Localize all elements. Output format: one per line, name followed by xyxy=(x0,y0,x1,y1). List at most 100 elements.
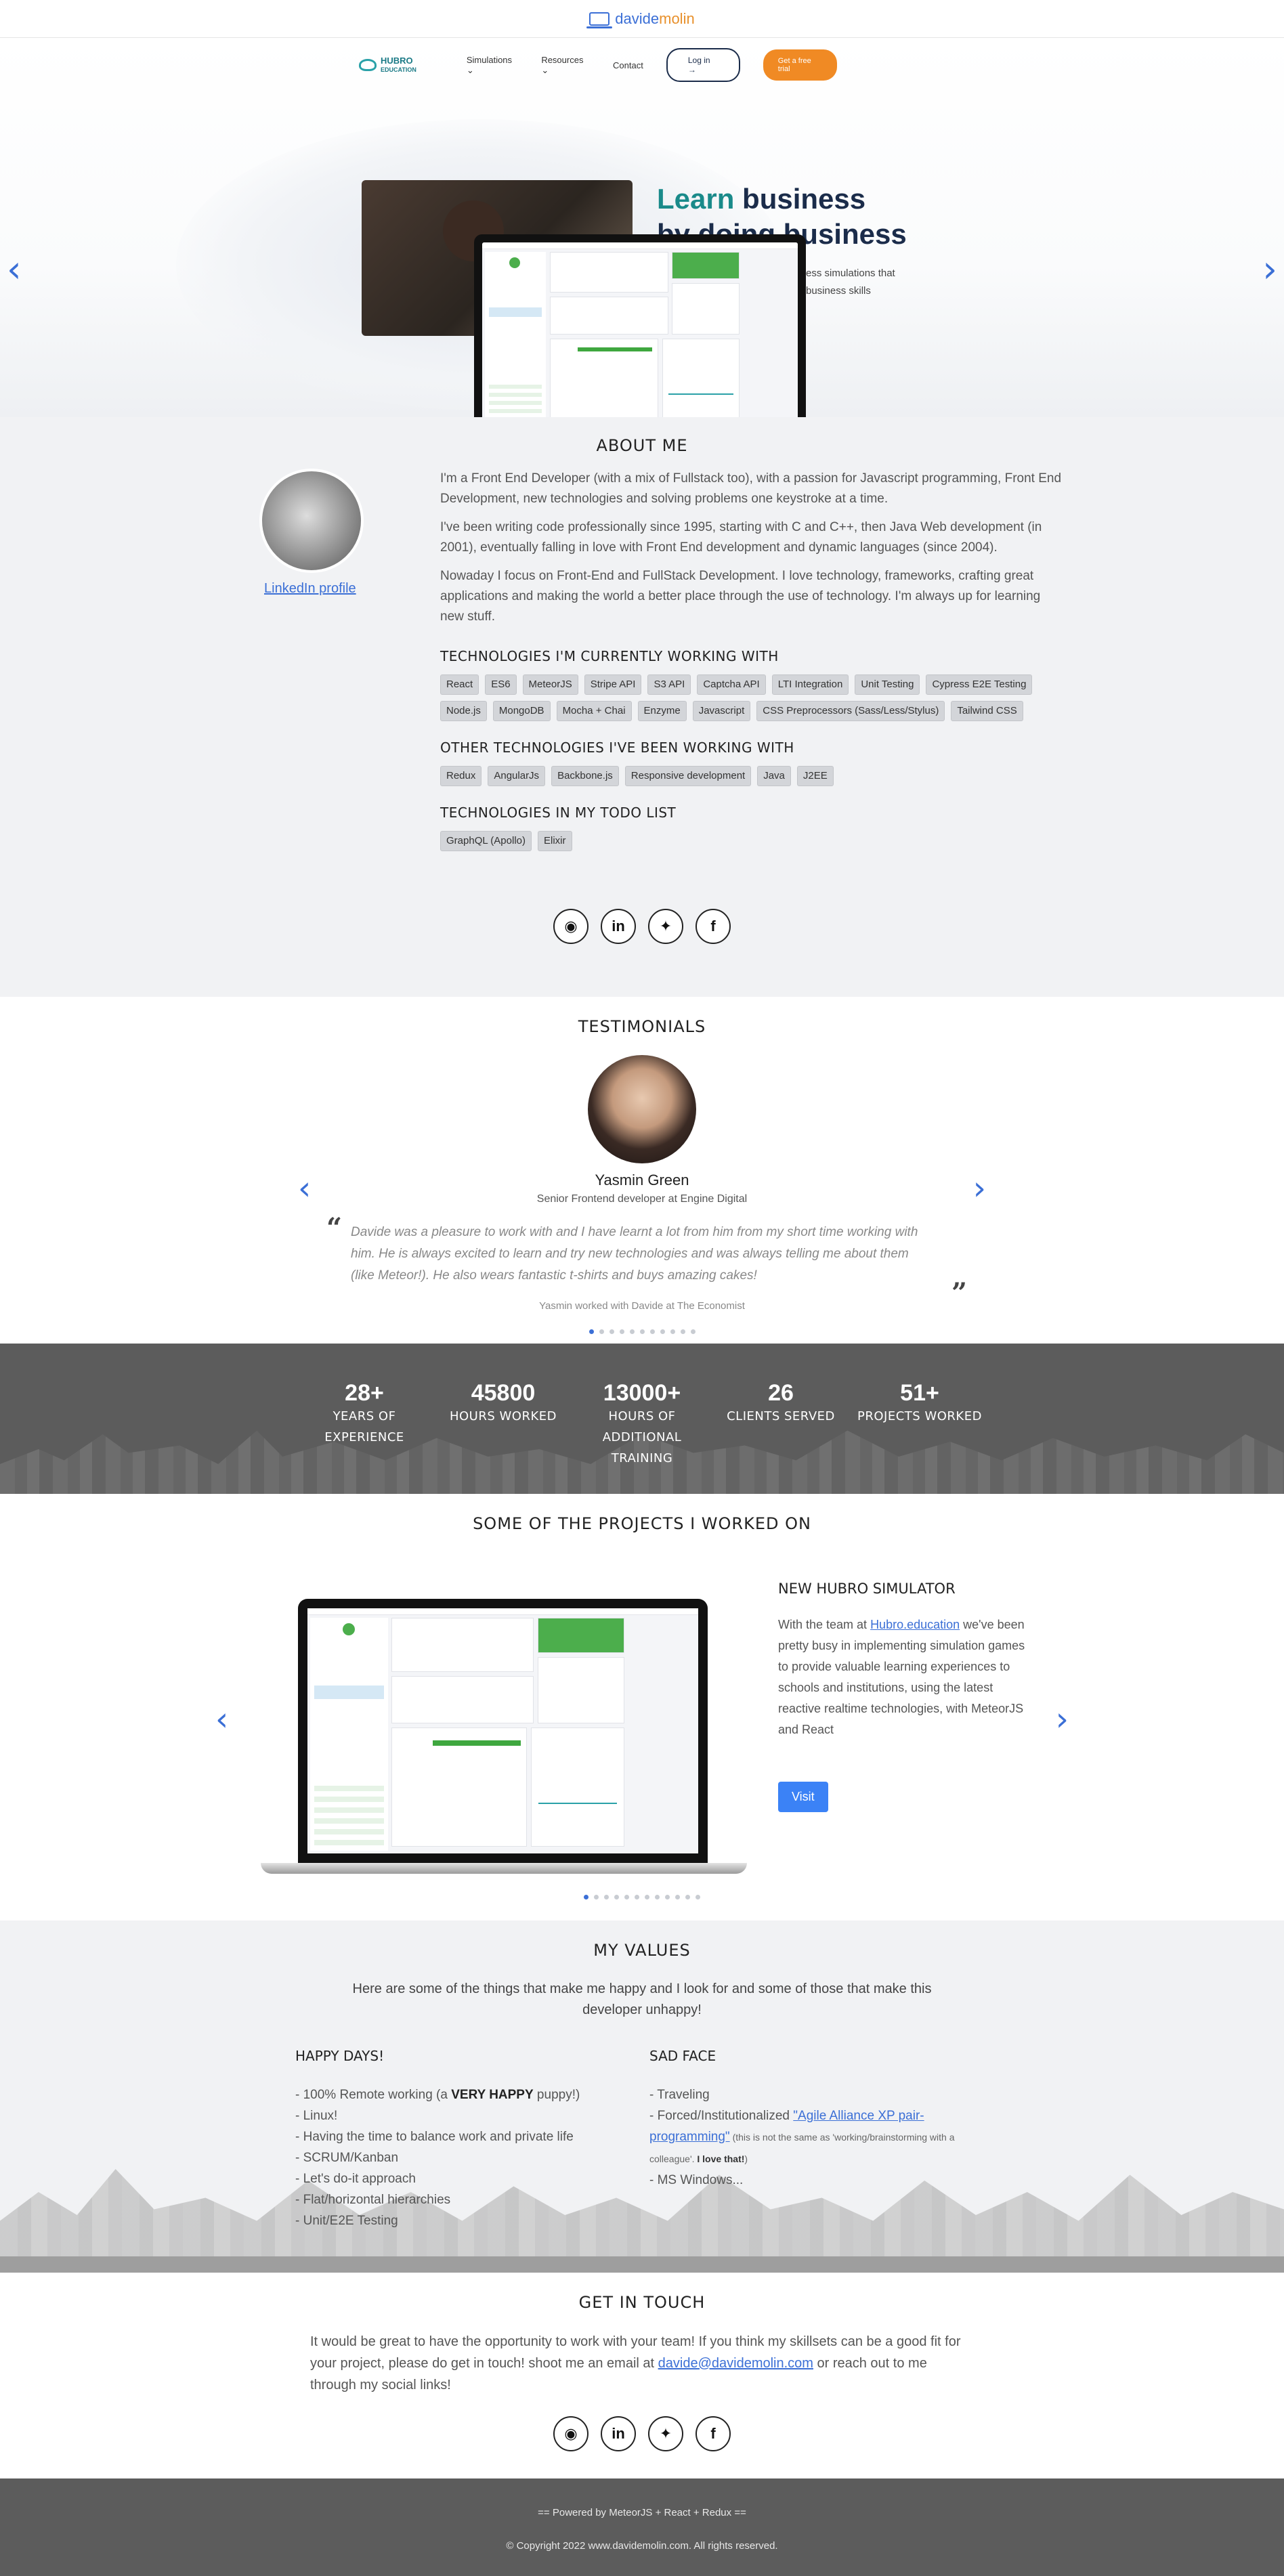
testimonial-quote-text: Davide was a pleasure to work with and I… xyxy=(351,1225,918,1283)
happy-item: Unit/E2E Testing xyxy=(295,2210,620,2231)
project-laptop-mockup xyxy=(298,1599,708,1863)
carousel-dot[interactable] xyxy=(614,1895,619,1899)
tech-tag: AngularJs xyxy=(488,766,546,786)
hero-sub-line1: ess simulations that xyxy=(806,267,895,279)
hubro-brand-sub: EDUCATION xyxy=(381,66,416,73)
tech-tag: Tailwind CSS xyxy=(951,701,1023,721)
testimonial-avatar xyxy=(588,1055,696,1163)
values-title: MY VALUES xyxy=(593,1941,691,1960)
carousel-dot[interactable] xyxy=(599,1329,604,1334)
hero-next-arrow[interactable]: › xyxy=(1262,251,1277,288)
linkedin-icon[interactable]: in xyxy=(601,909,636,944)
site-footer: == Powered by MeteorJS + React + Redux =… xyxy=(0,2478,1284,2576)
twitter-icon[interactable]: ✦ xyxy=(648,909,683,944)
tech-tag: Captcha API xyxy=(697,674,766,695)
project-next-arrow[interactable]: › xyxy=(1056,1700,1069,1738)
happy-title: HAPPY DAYS! xyxy=(295,2048,385,2064)
email-link[interactable]: davide@davidemolin.com xyxy=(658,2356,813,2371)
github-icon[interactable]: ◉ xyxy=(553,909,588,944)
linkedin-icon[interactable]: in xyxy=(601,2416,636,2451)
progress-fill xyxy=(578,347,652,351)
copyright: © Copyright 2022 www.davidemolin.com. Al… xyxy=(506,2540,778,2552)
hero-subtitle: ess simulations that business skills xyxy=(806,265,895,300)
carousel-dot[interactable] xyxy=(680,1329,685,1334)
nav-resources-label: Resources xyxy=(541,54,584,65)
screen-header xyxy=(482,242,798,249)
facebook-icon[interactable]: f xyxy=(696,2416,731,2451)
carousel-dot[interactable] xyxy=(665,1895,670,1899)
nav-simulations: Simulations ⌄ xyxy=(467,55,518,76)
carousel-dot[interactable] xyxy=(660,1329,665,1334)
carousel-dot[interactable] xyxy=(619,1329,624,1334)
tech-tag: J2EE xyxy=(796,766,834,786)
carousel-dot[interactable] xyxy=(670,1329,675,1334)
site-logo[interactable]: davidemolin xyxy=(586,10,695,28)
hubro-link[interactable]: Hubro.education xyxy=(870,1618,960,1631)
avatar xyxy=(259,469,364,573)
facebook-icon[interactable]: f xyxy=(696,909,731,944)
owl-icon xyxy=(359,59,377,71)
screen-market xyxy=(391,1727,527,1847)
screen-budget-chart xyxy=(662,339,740,417)
todo-tech-title: TECHNOLOGIES IN MY TODO LIST xyxy=(440,804,677,821)
current-tech-title: TECHNOLOGIES I'M CURRENTLY WORKING WITH xyxy=(440,648,779,664)
about-title: ABOUT ME xyxy=(596,436,688,455)
screen-sidebar xyxy=(310,1618,388,1851)
linkedin-profile-link[interactable]: LinkedIn profile xyxy=(264,581,356,597)
carousel-dot[interactable] xyxy=(609,1329,614,1334)
carousel-dot[interactable] xyxy=(696,1895,700,1899)
screen-budget-chart xyxy=(531,1727,624,1847)
tech-tag: Responsive development xyxy=(624,766,752,786)
screen-info-box xyxy=(314,1686,384,1699)
stat-label: PROJECTS WORKED xyxy=(857,1409,982,1423)
testimonial-name: Yasmin Green xyxy=(595,1172,689,1188)
carousel-dot[interactable] xyxy=(645,1895,649,1899)
happy-item: Flat/horizontal hierarchies xyxy=(295,2189,620,2210)
tech-tag: Elixir xyxy=(538,831,572,851)
tech-tag: Mocha + Chai xyxy=(556,701,632,721)
testimonial-prev-arrow[interactable]: ‹ xyxy=(298,1169,311,1207)
screen-list xyxy=(489,381,542,417)
project-title: NEW HUBRO SIMULATOR xyxy=(778,1581,956,1597)
testimonial-next-arrow[interactable]: › xyxy=(973,1169,986,1207)
tech-tag: Javascript xyxy=(692,701,751,721)
stat-item: 26 CLIENTS SERVED xyxy=(712,1380,851,1469)
carousel-dot[interactable] xyxy=(584,1895,588,1899)
nav-resources: Resources ⌄ xyxy=(541,55,590,76)
carousel-dot[interactable] xyxy=(624,1895,629,1899)
carousel-dot[interactable] xyxy=(675,1895,680,1899)
stat-label: YEARS OF xyxy=(333,1409,396,1423)
carousel-dot[interactable] xyxy=(604,1895,609,1899)
about-paragraph-1: I'm a Front End Developer (with a mix of… xyxy=(440,471,1062,506)
hubro-nav: HUBRO EDUCATION Simulations ⌄ Resources ⌄… xyxy=(359,45,837,85)
screen-info-box xyxy=(489,307,542,317)
carousel-dot[interactable] xyxy=(639,1329,645,1334)
chevron-down-icon: ⌄ xyxy=(466,64,474,75)
carousel-dot[interactable] xyxy=(649,1329,655,1334)
stat-item: 45800 HOURS WORKED xyxy=(434,1380,573,1469)
contact-text: It would be great to have the opportunit… xyxy=(310,2331,974,2396)
projects-title: SOME OF THE PROJECTS I WORKED ON xyxy=(473,1514,811,1533)
screen-card xyxy=(391,1618,534,1672)
project-desc-post: we've been pretty busy in implementing s… xyxy=(778,1618,1025,1736)
about-paragraph-3: Nowaday I focus on Front-End and FullSta… xyxy=(440,569,1041,624)
stat-number: 26 xyxy=(768,1380,794,1406)
tech-tag: Java xyxy=(757,766,791,786)
sad-item: Traveling xyxy=(649,2084,988,2105)
github-icon[interactable]: ◉ xyxy=(553,2416,588,2451)
carousel-dot[interactable] xyxy=(635,1895,639,1899)
project-prev-arrow[interactable]: ‹ xyxy=(215,1700,228,1738)
carousel-dot[interactable] xyxy=(588,1329,594,1334)
carousel-dot[interactable] xyxy=(655,1895,660,1899)
sad-list: Traveling Forced/Institutionalized "Agil… xyxy=(649,2084,988,2191)
contact-social-links: ◉ in ✦ f xyxy=(0,2416,1284,2451)
twitter-icon[interactable]: ✦ xyxy=(648,2416,683,2451)
stat-label: TRAINING xyxy=(611,1451,673,1465)
carousel-dot[interactable] xyxy=(690,1329,696,1334)
sad-item-end: ) xyxy=(744,2153,748,2164)
visit-button[interactable]: Visit xyxy=(778,1782,828,1812)
hero-prev-arrow[interactable]: ‹ xyxy=(7,251,22,288)
carousel-dot[interactable] xyxy=(594,1895,599,1899)
carousel-dot[interactable] xyxy=(629,1329,635,1334)
carousel-dot[interactable] xyxy=(685,1895,690,1899)
